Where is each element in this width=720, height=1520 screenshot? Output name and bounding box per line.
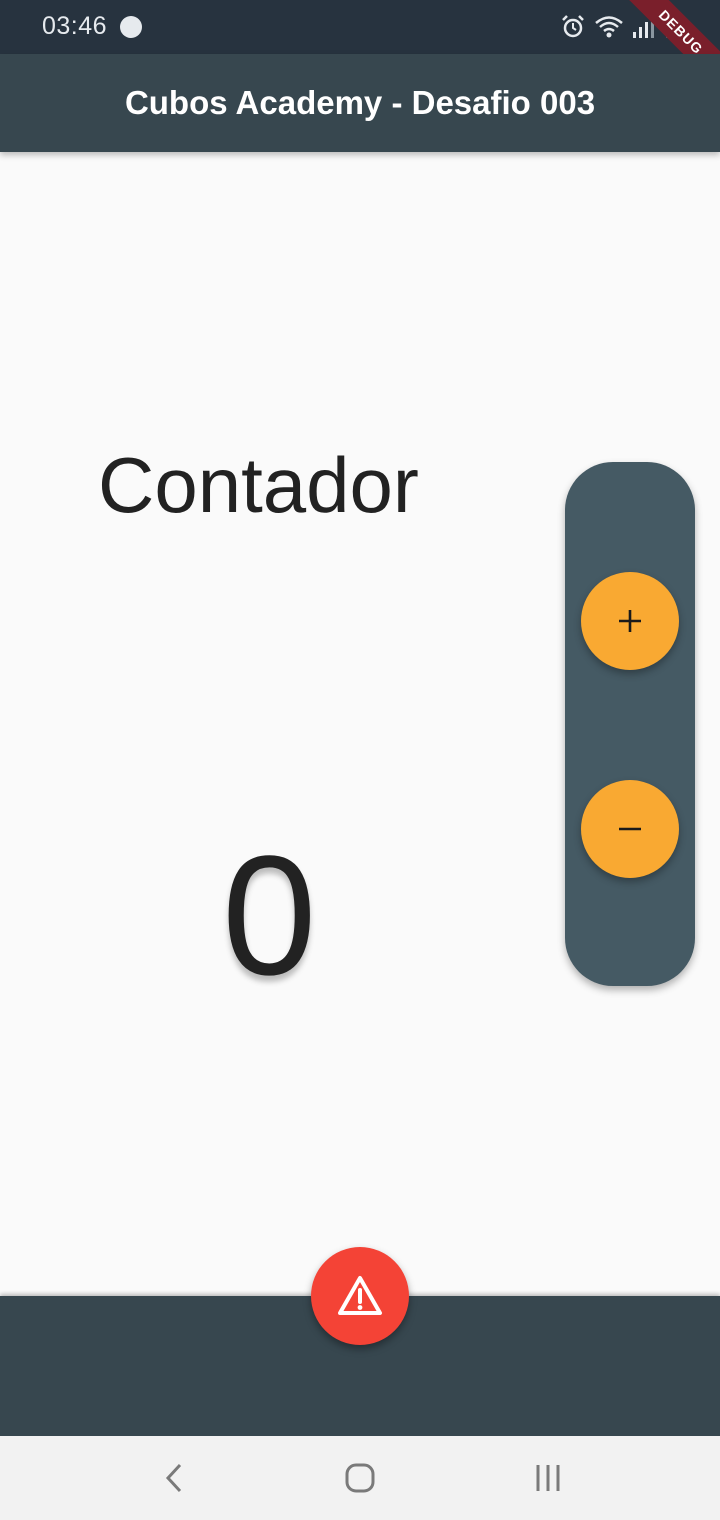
warning-icon [338, 1276, 382, 1315]
status-bar: 03:46 DEBUG [0, 0, 720, 103]
notification-icon [120, 16, 142, 38]
plus-icon [619, 610, 641, 632]
nav-home-button[interactable] [330, 1454, 390, 1502]
system-nav-bar [0, 1436, 720, 1520]
minus-icon [619, 827, 641, 831]
wifi-icon [595, 16, 623, 38]
counter-value: 0 [222, 821, 317, 1011]
increment-button[interactable] [581, 572, 679, 670]
alarm-icon [562, 15, 584, 38]
recents-icon [536, 1465, 560, 1491]
home-icon [345, 1463, 375, 1493]
control-panel [565, 462, 695, 986]
nav-back-button[interactable] [144, 1454, 204, 1502]
alert-button[interactable] [311, 1247, 409, 1345]
back-icon [165, 1463, 182, 1493]
counter-label: Contador [98, 441, 419, 529]
page-title: Cubos Academy - Desafio 003 [124, 84, 596, 121]
decrement-button[interactable] [581, 780, 679, 878]
nav-recents-button[interactable] [518, 1454, 578, 1502]
app-bar: Cubos Academy - Desafio 003 [0, 54, 720, 152]
status-time: 03:46 [42, 12, 108, 40]
